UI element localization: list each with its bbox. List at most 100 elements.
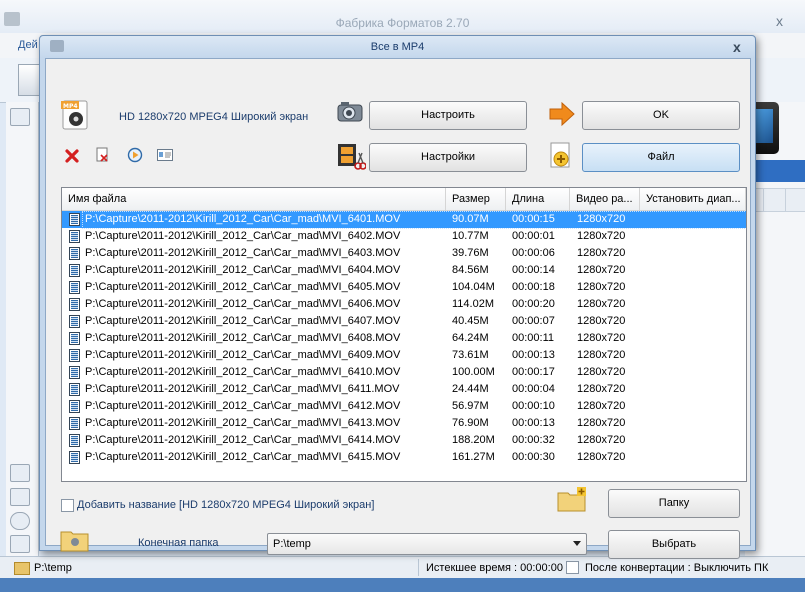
cell-size: 114.02M [452,298,494,310]
panel-video-icon[interactable] [10,108,30,126]
folder-icon [60,531,89,552]
cell-video-resolution: 1280x720 [577,281,626,293]
cell-filename: P:\Capture\2011-2012\Kirill_2012_Car\Car… [85,383,400,395]
add-name-checkbox[interactable] [61,499,74,512]
video-file-icon [69,315,80,328]
file-list-table: Имя файла Размер Длина Видео ра... Устан… [61,187,747,482]
status-folder-icon[interactable] [14,562,30,575]
film-scissors-icon [338,144,366,170]
choose-folder-button[interactable]: Выбрать [608,530,740,559]
cell-size: 104.04M [452,281,495,293]
video-file-icon [69,264,80,277]
media-info-icon[interactable] [157,149,173,161]
table-row[interactable]: P:\Capture\2011-2012\Kirill_2012_Car\Car… [62,449,746,466]
play-icon[interactable] [127,147,143,163]
cell-length: 00:00:30 [512,451,555,463]
column-header-video[interactable]: Видео ра... [570,188,640,210]
column-header-length[interactable]: Длина [506,188,570,210]
output-format-label: HD 1280x720 MPEG4 Широкий экран [119,111,309,123]
ok-button[interactable]: OK [582,101,740,130]
main-close-icon[interactable]: x [776,13,783,29]
table-row[interactable]: P:\Capture\2011-2012\Kirill_2012_Car\Car… [62,432,746,449]
table-row[interactable]: P:\Capture\2011-2012\Kirill_2012_Car\Car… [62,313,746,330]
column-divider [763,189,764,211]
mp4-format-icon: MP4 [61,100,88,130]
table-header: Имя файла Размер Длина Видео ра... Устан… [62,188,746,211]
table-row[interactable]: P:\Capture\2011-2012\Kirill_2012_Car\Car… [62,279,746,296]
video-file-icon [69,400,80,413]
after-conversion-checkbox[interactable] [566,561,579,574]
cell-length: 00:00:04 [512,383,555,395]
cell-filename: P:\Capture\2011-2012\Kirill_2012_Car\Car… [85,417,401,429]
cell-size: 64.24M [452,332,489,344]
video-file-icon [69,281,80,294]
cell-video-resolution: 1280x720 [577,332,626,344]
table-row[interactable]: P:\Capture\2011-2012\Kirill_2012_Car\Car… [62,398,746,415]
cell-length: 00:00:32 [512,434,555,446]
cell-video-resolution: 1280x720 [577,349,626,361]
utilities-category-icon[interactable] [10,535,30,553]
taskbar-strip [0,578,805,592]
destination-folder-select[interactable]: P:\temp [267,533,587,555]
cell-size: 10.77M [452,230,489,242]
table-row[interactable]: P:\Capture\2011-2012\Kirill_2012_Car\Car… [62,347,746,364]
menu-item-actions[interactable]: Дей [18,39,38,51]
main-window-title: Фабрика Форматов 2.70 [335,16,470,30]
table-row[interactable]: P:\Capture\2011-2012\Kirill_2012_Car\Car… [62,364,746,381]
status-elapsed-time: Истекшее время : 00:00:00 [426,562,563,574]
table-row[interactable]: P:\Capture\2011-2012\Kirill_2012_Car\Car… [62,330,746,347]
cell-size: 161.27M [452,451,495,463]
chevron-down-icon[interactable] [573,541,581,546]
cell-size: 100.00M [452,366,495,378]
convert-dialog: Все в MP4 x MP4 HD 1280x720 MPEG4 Широки… [39,35,756,559]
video-file-icon [69,451,80,464]
cell-size: 84.56M [452,264,489,276]
folder-add-icon [557,487,586,512]
clear-list-icon[interactable] [95,147,109,163]
cell-size: 188.20M [452,434,495,446]
table-row[interactable]: P:\Capture\2011-2012\Kirill_2012_Car\Car… [62,296,746,313]
camera-icon [337,102,363,122]
column-header-filename[interactable]: Имя файла [62,188,446,210]
table-row[interactable]: P:\Capture\2011-2012\Kirill_2012_Car\Car… [62,381,746,398]
format-badge: MP4 [63,103,78,110]
image-category-icon[interactable] [10,488,30,506]
cell-filename: P:\Capture\2011-2012\Kirill_2012_Car\Car… [85,349,401,361]
cell-size: 39.76M [452,247,489,259]
status-output-path: P:\temp [34,562,72,574]
cell-length: 00:00:13 [512,417,555,429]
configure-button[interactable]: Настроить [369,101,527,130]
cell-filename: P:\Capture\2011-2012\Kirill_2012_Car\Car… [85,247,401,259]
table-row[interactable]: P:\Capture\2011-2012\Kirill_2012_Car\Car… [62,262,746,279]
table-row[interactable]: P:\Capture\2011-2012\Kirill_2012_Car\Car… [62,415,746,432]
video-file-icon [69,332,80,345]
add-file-icon [550,142,570,168]
video-file-icon [69,366,80,379]
destination-folder-value: P:\temp [273,538,311,550]
destination-folder-label: Конечная папка [138,537,219,549]
table-row[interactable]: P:\Capture\2011-2012\Kirill_2012_Car\Car… [62,245,746,262]
dialog-title-bar: Все в MP4 x [40,36,755,58]
table-row[interactable]: P:\Capture\2011-2012\Kirill_2012_Car\Car… [62,228,746,245]
cell-video-resolution: 1280x720 [577,264,626,276]
cell-video-resolution: 1280x720 [577,383,626,395]
disc-category-icon[interactable] [10,512,30,530]
column-header-range[interactable]: Установить диап... [640,188,746,210]
delete-icon[interactable] [65,149,79,163]
add-name-label: Добавить название [HD 1280x720 MPEG4 Шир… [77,499,375,511]
cell-video-resolution: 1280x720 [577,298,626,310]
cell-filename: P:\Capture\2011-2012\Kirill_2012_Car\Car… [85,451,401,463]
main-title-bar: Фабрика Форматов 2.70 x [0,0,805,33]
dialog-close-icon[interactable]: x [733,39,741,55]
cell-length: 00:00:18 [512,281,555,293]
settings-button[interactable]: Настройки [369,143,527,172]
table-row[interactable]: P:\Capture\2011-2012\Kirill_2012_Car\Car… [62,211,746,229]
cell-video-resolution: 1280x720 [577,213,626,225]
add-folder-button[interactable]: Папку [608,489,740,518]
arrow-right-icon [549,101,575,127]
cell-length: 00:00:13 [512,349,555,361]
column-header-size[interactable]: Размер [446,188,506,210]
audio-category-icon[interactable] [10,464,30,482]
cell-length: 00:00:15 [512,213,555,225]
add-file-button[interactable]: Файл [582,143,740,172]
